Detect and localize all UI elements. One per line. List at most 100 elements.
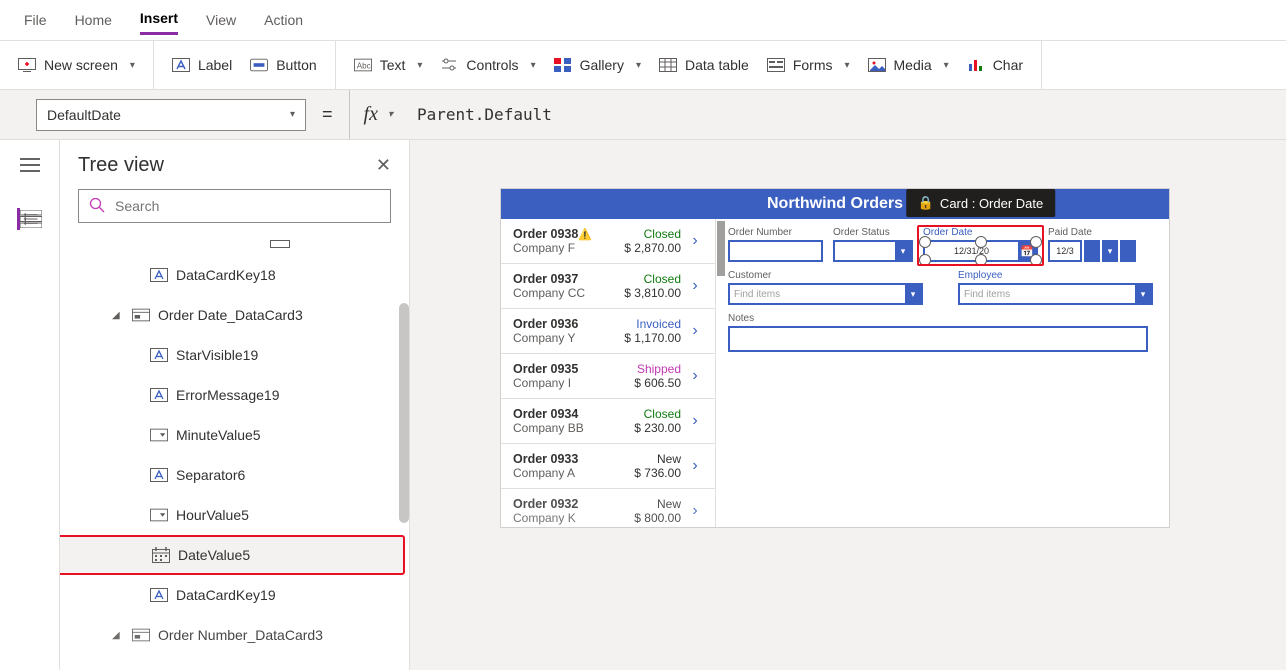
canvas[interactable]: Northwind Orders Order 0938⚠️Closed›Comp… [410,140,1286,670]
order-status: Closed [624,227,681,241]
tree-search[interactable] [78,189,391,223]
close-icon[interactable]: ✕ [376,155,391,176]
selection-tooltip: 🔒 Card : Order Date [906,189,1056,217]
field-order-number: Order Number [728,227,823,262]
screen-icon [18,56,36,74]
tree-node-orderdate-card[interactable]: ◢ Order Date_DataCard3 [60,295,409,335]
search-input[interactable] [113,197,380,215]
chevron-down-icon: ▾ [844,60,849,71]
media-button[interactable]: Media ▾ [868,56,949,74]
menu-home[interactable]: Home [75,6,112,34]
order-status: New [634,497,681,511]
chevron-right-icon[interactable]: › [687,457,703,475]
menu-insert[interactable]: Insert [140,4,178,35]
menu-file[interactable]: File [24,6,47,34]
input-employee[interactable]: Find items▾ [958,283,1153,305]
input-customer[interactable]: Find items▾ [728,283,923,305]
order-id: Order 0935 [513,362,628,376]
datepicker-icon [152,546,170,564]
label-icon [172,56,190,74]
collapse-icon[interactable]: ◢ [112,310,124,321]
calendar-icon[interactable] [1084,240,1100,262]
input-paid-date[interactable]: 12/3 [1048,240,1082,262]
chevron-right-icon[interactable]: › [687,322,703,340]
tree-label: MinuteValue5 [176,427,261,443]
tree-label: HourValue5 [176,507,249,523]
button-icon [250,56,268,74]
order-row[interactable]: Order 0937Closed›Company CC$ 3,810.00 [501,264,715,309]
scrollbar-thumb[interactable] [399,303,409,523]
formula-input[interactable]: Parent.Default [407,105,552,124]
chevron-right-icon[interactable]: › [687,277,703,295]
label-paid-date: Paid Date [1048,227,1138,238]
order-status: Shipped [634,362,681,376]
tree-node-partial[interactable] [60,233,409,255]
tree-node-datacardkey19[interactable]: DataCardKey19 [60,575,409,615]
gallery-icon [554,56,572,74]
tree-label: Order Number_DataCard3 [158,627,323,643]
label-order-status: Order Status [833,227,913,238]
collapse-icon[interactable]: ◢ [112,630,124,641]
field-customer: Customer Find items▾ [728,270,923,305]
chevron-down-icon[interactable]: ▾ [1102,240,1118,262]
chevron-right-icon[interactable]: › [687,502,703,520]
forms-button[interactable]: Forms ▾ [767,56,850,74]
order-gallery[interactable]: Order 0938⚠️Closed›Company F$ 2,870.00Or… [501,219,716,527]
menu-bar: File Home Insert View Action [0,0,1286,40]
order-row[interactable]: Order 0933New›Company A$ 736.00 [501,444,715,489]
label-customer: Customer [728,270,923,281]
data-table-button[interactable]: Data table [659,56,749,74]
tree-node-hourval[interactable]: HourValue5 [60,495,409,535]
chevron-right-icon[interactable]: › [687,367,703,385]
tree-node-ordernum-card[interactable]: ◢ Order Number_DataCard3 [60,615,409,655]
label-employee: Employee [958,270,1153,281]
order-row[interactable]: Order 0934Closed›Company BB$ 230.00 [501,399,715,444]
tree-label: ErrorMessage19 [176,387,280,403]
chevron-right-icon[interactable]: › [687,412,703,430]
input-order-status[interactable]: ▾ [833,240,913,262]
order-id: Order 0932 [513,497,628,511]
tree-node-datacardkey18[interactable]: DataCardKey18 [60,255,409,295]
fx-button[interactable]: fx ▾ [349,90,407,139]
label-button[interactable]: Label [172,56,232,74]
tree-node-minuteval[interactable]: MinuteValue5 [60,415,409,455]
input-order-number[interactable] [728,240,823,262]
menu-action[interactable]: Action [264,6,303,34]
order-company: Company Y [513,331,618,345]
formula-bar: DefaultDate ▾ = fx ▾ Parent.Default [0,90,1286,140]
order-row[interactable]: Order 0935Shipped›Company I$ 606.50 [501,354,715,399]
order-row[interactable]: Order 0936Invoiced›Company Y$ 1,170.00 [501,309,715,354]
order-amount: $ 1,170.00 [624,331,681,345]
tree-view-icon[interactable] [17,208,39,230]
new-screen-button[interactable]: New screen ▾ [18,56,135,74]
order-row[interactable]: Order 0932New›Company K$ 800.00 [501,489,715,527]
gallery-button[interactable]: Gallery ▾ [554,56,641,74]
order-amount: $ 606.50 [634,376,681,390]
forms-icon [767,56,785,74]
tree-node-starvisible[interactable]: StarVisible19 [60,335,409,375]
order-status: Closed [634,407,681,421]
label-icon [150,466,168,484]
gallery-label: Gallery [580,57,624,73]
button-button[interactable]: Button [250,56,316,74]
property-dropdown[interactable]: DefaultDate ▾ [36,99,306,131]
tree-node-errormsg[interactable]: ErrorMessage19 [60,375,409,415]
chevron-right-icon[interactable]: › [687,232,703,250]
label-icon [150,346,168,364]
paid-extra-button[interactable] [1120,240,1136,262]
menu-view[interactable]: View [206,6,236,34]
card-icon [132,306,150,324]
order-status: New [634,452,681,466]
order-row[interactable]: Order 0938⚠️Closed›Company F$ 2,870.00 [501,219,715,264]
text-button[interactable]: Abc Text ▾ [354,56,423,74]
tree-node-dateval[interactable]: DateValue5 [60,535,405,575]
svg-text:Abc: Abc [356,62,370,71]
hamburger-icon[interactable] [19,154,41,176]
order-id: Order 0938⚠️ [513,227,618,241]
charts-button[interactable]: Char [967,56,1023,74]
tree-node-separator[interactable]: Separator6 [60,455,409,495]
order-form: Order Number Order Status ▾ 🔒 Card : Ord… [716,219,1169,527]
controls-button[interactable]: Controls ▾ [440,56,535,74]
tree-scroll: DataCardKey18 ◢ Order Date_DataCard3 Sta… [60,233,409,670]
input-notes[interactable] [728,326,1148,352]
